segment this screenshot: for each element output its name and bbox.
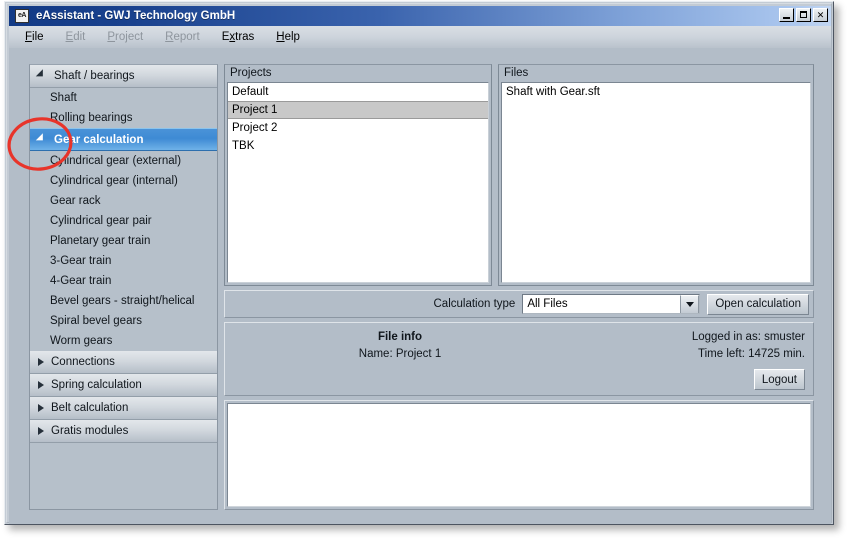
files-list[interactable]: Shaft with Gear.sft bbox=[501, 82, 811, 283]
application-window: eA eAssistant - GWJ Technology GmbH ✕ Fi… bbox=[4, 1, 834, 525]
file-list-item[interactable]: Shaft with Gear.sft bbox=[502, 83, 810, 101]
sidebar-group-label: Connections bbox=[51, 356, 115, 368]
sidebar-group-belt-calculation[interactable]: Belt calculation bbox=[30, 397, 217, 420]
projects-panel: Projects DefaultProject 1Project 2TBK bbox=[224, 64, 492, 286]
calculation-type-label: Calculation type bbox=[434, 298, 516, 310]
screenshot-root: eA eAssistant - GWJ Technology GmbH ✕ Fi… bbox=[0, 0, 847, 538]
sidebar-item-shaft[interactable]: Shaft bbox=[30, 88, 217, 108]
sidebar-item-3-gear-train[interactable]: 3-Gear train bbox=[30, 251, 217, 271]
sidebar-item-label: Bevel gears - straight/helical bbox=[50, 295, 194, 307]
sidebar-item-cylindrical-gear-external[interactable]: Cylindrical gear (external) bbox=[30, 151, 217, 171]
projects-list-title: Projects bbox=[225, 65, 491, 82]
sidebar-item-bevel-gears-straight-helical[interactable]: Bevel gears - straight/helical bbox=[30, 291, 217, 311]
close-button[interactable]: ✕ bbox=[813, 8, 828, 22]
sidebar-group-label: Gratis modules bbox=[51, 425, 128, 437]
sidebar-item-label: Cylindrical gear (external) bbox=[50, 155, 181, 167]
window-title: eAssistant - GWJ Technology GmbH bbox=[36, 10, 235, 22]
sidebar-group-connections[interactable]: Connections bbox=[30, 351, 217, 374]
sidebar-item-label: 3-Gear train bbox=[50, 255, 111, 267]
chevron-down-glyph bbox=[686, 302, 694, 307]
sidebar-item-gear-rack[interactable]: Gear rack bbox=[30, 191, 217, 211]
file-info-left: File info Name: Project 1 bbox=[225, 331, 575, 360]
triangle-right-icon bbox=[38, 358, 44, 366]
open-calculation-button[interactable]: Open calculation bbox=[707, 294, 809, 315]
projects-list[interactable]: DefaultProject 1Project 2TBK bbox=[227, 82, 489, 283]
sidebar-item-cylindrical-gear-internal[interactable]: Cylindrical gear (internal) bbox=[30, 171, 217, 191]
files-list-title: Files bbox=[499, 65, 813, 82]
calculation-type-select[interactable]: All Files bbox=[522, 294, 700, 314]
sidebar-item-label: Shaft bbox=[50, 92, 77, 104]
calculation-type-value: All Files bbox=[523, 298, 680, 310]
file-info-heading: File info bbox=[225, 331, 575, 343]
files-panel: Files Shaft with Gear.sft bbox=[498, 64, 814, 286]
triangle-right-icon bbox=[38, 381, 44, 389]
sidebar-group-label: Spring calculation bbox=[51, 379, 142, 391]
menu-extras[interactable]: Extras bbox=[222, 31, 255, 43]
triangle-down-icon bbox=[36, 69, 49, 82]
project-list-item[interactable]: TBK bbox=[228, 137, 488, 155]
sidebar-group-label: Gear calculation bbox=[54, 134, 143, 146]
sidebar-item-label: Cylindrical gear pair bbox=[50, 215, 152, 227]
chevron-down-icon bbox=[680, 295, 699, 313]
project-list-item[interactable]: Project 2 bbox=[228, 119, 488, 137]
sidebar-item-label: Worm gears bbox=[50, 335, 112, 347]
menu-project: Project bbox=[107, 31, 143, 43]
sidebar-group-spring-calculation[interactable]: Spring calculation bbox=[30, 374, 217, 397]
output-panel bbox=[224, 400, 814, 510]
sidebar-group-label: Belt calculation bbox=[51, 402, 128, 414]
navigation-sidebar: Shaft / bearings Shaft Rolling bearings Gea… bbox=[29, 64, 218, 510]
sidebar-item-worm-gears[interactable]: Worm gears bbox=[30, 331, 217, 351]
sidebar-item-cylindrical-gear-pair[interactable]: Cylindrical gear pair bbox=[30, 211, 217, 231]
lists-row: Projects DefaultProject 1Project 2TBK Fi… bbox=[224, 64, 814, 286]
session-info: Logged in as: smuster Time left: 14725 m… bbox=[692, 331, 805, 365]
triangle-right-icon bbox=[38, 404, 44, 412]
sidebar-item-planetary-gear-train[interactable]: Planetary gear train bbox=[30, 231, 217, 251]
output-area[interactable] bbox=[227, 403, 811, 507]
file-info-panel: File info Name: Project 1 Logged in as: … bbox=[224, 322, 814, 396]
app-icon: eA bbox=[15, 9, 29, 23]
sidebar-item-label: Cylindrical gear (internal) bbox=[50, 175, 178, 187]
sidebar-item-4-gear-train[interactable]: 4-Gear train bbox=[30, 271, 217, 291]
sidebar-group-shaft-bearings[interactable]: Shaft / bearings bbox=[30, 65, 217, 88]
sidebar-item-label: Rolling bearings bbox=[50, 112, 132, 124]
main-content-area: Projects DefaultProject 1Project 2TBK Fi… bbox=[224, 64, 814, 510]
window-inner-frame: eA eAssistant - GWJ Technology GmbH ✕ Fi… bbox=[6, 3, 832, 523]
sidebar-item-label: Spiral bevel gears bbox=[50, 315, 142, 327]
calculation-type-bar: Calculation type All Files Open calculat… bbox=[224, 290, 814, 318]
sidebar-item-label: Planetary gear train bbox=[50, 235, 150, 247]
sidebar-item-spiral-bevel-gears[interactable]: Spiral bevel gears bbox=[30, 311, 217, 331]
sidebar-group-gear-calculation[interactable]: Gear calculation bbox=[30, 128, 217, 151]
logged-in-as: Logged in as: smuster bbox=[692, 331, 805, 343]
window-controls: ✕ bbox=[779, 8, 828, 22]
file-info-name: Name: Project 1 bbox=[225, 348, 575, 360]
logout-wrapper: Logout bbox=[754, 369, 805, 390]
sidebar-group-label: Shaft / bearings bbox=[54, 70, 135, 82]
menu-help[interactable]: Help bbox=[276, 31, 300, 43]
title-bar: eA eAssistant - GWJ Technology GmbH ✕ bbox=[9, 6, 831, 26]
project-list-item[interactable]: Project 1 bbox=[228, 101, 488, 119]
menu-report: Report bbox=[165, 31, 200, 43]
window-body: Shaft / bearings Shaft Rolling bearings Gea… bbox=[9, 48, 831, 524]
triangle-down-icon bbox=[36, 133, 49, 146]
logout-button[interactable]: Logout bbox=[754, 369, 805, 390]
sidebar-item-label: Gear rack bbox=[50, 195, 101, 207]
time-left: Time left: 14725 min. bbox=[692, 348, 805, 360]
triangle-right-icon bbox=[38, 427, 44, 435]
sidebar-item-rolling-bearings[interactable]: Rolling bearings bbox=[30, 108, 217, 128]
menu-bar: File Edit Project Report Extras Help bbox=[9, 26, 831, 48]
sidebar-group-gratis-modules[interactable]: Gratis modules bbox=[30, 420, 217, 443]
menu-edit: Edit bbox=[66, 31, 86, 43]
minimize-button[interactable] bbox=[779, 8, 794, 22]
close-icon: ✕ bbox=[814, 9, 827, 21]
project-list-item[interactable]: Default bbox=[228, 83, 488, 101]
minimize-icon bbox=[783, 17, 790, 19]
sidebar-item-label: 4-Gear train bbox=[50, 275, 111, 287]
menu-file[interactable]: File bbox=[25, 31, 44, 43]
maximize-icon bbox=[800, 11, 807, 18]
maximize-button[interactable] bbox=[796, 8, 811, 22]
